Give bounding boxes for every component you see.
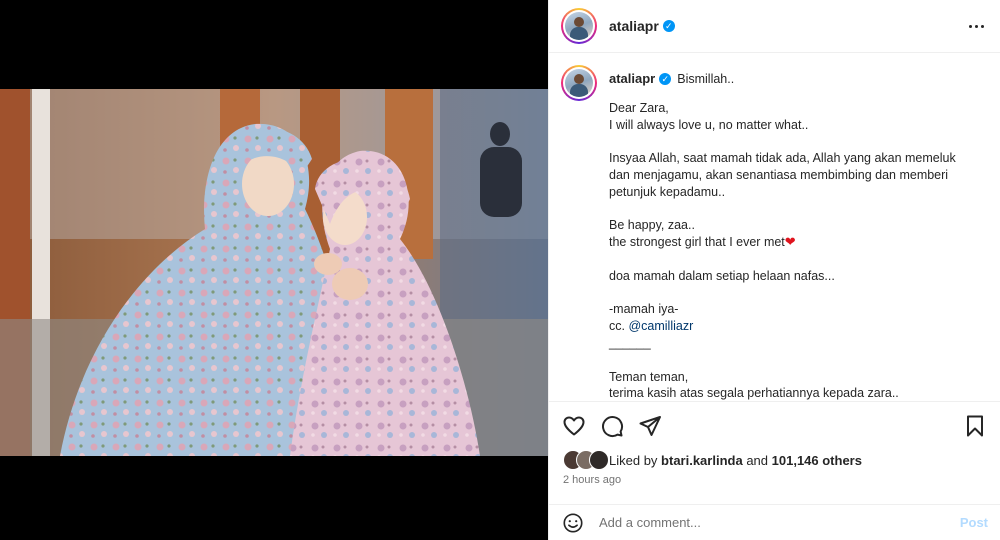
liker-avatars[interactable]: [563, 450, 609, 470]
caption-line: petunjuk kepadamu..: [609, 184, 726, 199]
likes-text: Liked by btari.karlinda and 101,146 othe…: [609, 452, 862, 468]
comment-input[interactable]: [597, 514, 960, 531]
liker-avatar: [589, 450, 609, 470]
mention-link[interactable]: @camilliazr: [628, 319, 693, 333]
caption-line: I will always love u, no matter what..: [609, 117, 809, 132]
avatar-image: [565, 12, 593, 40]
caption-line: dan menjagamu, akan senantiasa membimbin…: [609, 167, 949, 182]
caption-line: Teman teman,: [609, 369, 689, 384]
caption-line: Insyaa Allah, saat mamah tidak ada, Alla…: [609, 151, 956, 166]
heart-emoji: ❤: [784, 234, 796, 250]
share-paper-plane-icon[interactable]: [637, 413, 663, 439]
post-timestamp[interactable]: 2 hours ago: [563, 474, 621, 486]
caption-username[interactable]: ataliapr: [609, 71, 655, 88]
comment-bar: Post: [549, 504, 1000, 540]
post-photo[interactable]: [0, 89, 548, 456]
post-header: ataliapr ✓: [549, 0, 1000, 53]
comment-bubble-icon[interactable]: [599, 413, 625, 439]
verified-badge-icon: ✓: [659, 73, 672, 86]
avatar[interactable]: [561, 8, 597, 44]
avatar-image: [565, 69, 593, 97]
caption-avatar[interactable]: [561, 65, 597, 101]
instagram-post-view: ataliapr ✓ ataliapr ✓ Bismillah.. Dear Z…: [0, 0, 1000, 540]
caption-area[interactable]: ataliapr ✓ Bismillah.. Dear Zara, I will…: [549, 53, 1000, 401]
post-comment-button[interactable]: Post: [960, 515, 988, 530]
save-bookmark-icon[interactable]: [962, 413, 988, 439]
caption-intro: Bismillah..: [677, 72, 735, 86]
caption-row: ataliapr ✓ Bismillah.. Dear Zara, I will…: [561, 65, 986, 401]
caption-line: -mamah iya-: [609, 302, 679, 317]
caption-text: Dear Zara, I will always love u, no matt…: [609, 100, 956, 401]
media-panel: [0, 0, 548, 540]
likes-summary: Liked by btari.karlinda and 101,146 othe…: [563, 450, 862, 470]
likes-count[interactable]: 101,146 others: [772, 453, 862, 468]
post-side-panel: ataliapr ✓ ataliapr ✓ Bismillah.. Dear Z…: [548, 0, 1000, 540]
caption-line: ______: [609, 335, 651, 350]
caption-line: doa mamah dalam setiap helaan nafas...: [609, 268, 835, 283]
caption-line-mention: cc. @camilliazr: [609, 319, 694, 334]
liker-username[interactable]: btari.karlinda: [661, 453, 743, 468]
caption-line-with-heart: the strongest girl that I ever met❤: [609, 234, 796, 250]
photo-illustration: [0, 89, 548, 456]
verified-badge-icon: ✓: [662, 20, 675, 32]
caption-line: terima kasih atas segala perhatiannya ke…: [609, 386, 899, 401]
caption-line: Dear Zara,: [609, 100, 669, 115]
caption-body: ataliapr ✓ Bismillah.. Dear Zara, I will…: [609, 71, 956, 401]
emoji-smiley-icon[interactable]: [561, 511, 585, 535]
author-username[interactable]: ataliapr: [609, 18, 659, 34]
caption-line: Be happy, zaa..: [609, 218, 695, 233]
like-heart-icon[interactable]: [561, 413, 587, 439]
more-options-icon[interactable]: [967, 19, 986, 34]
actions-bar: [549, 401, 1000, 449]
